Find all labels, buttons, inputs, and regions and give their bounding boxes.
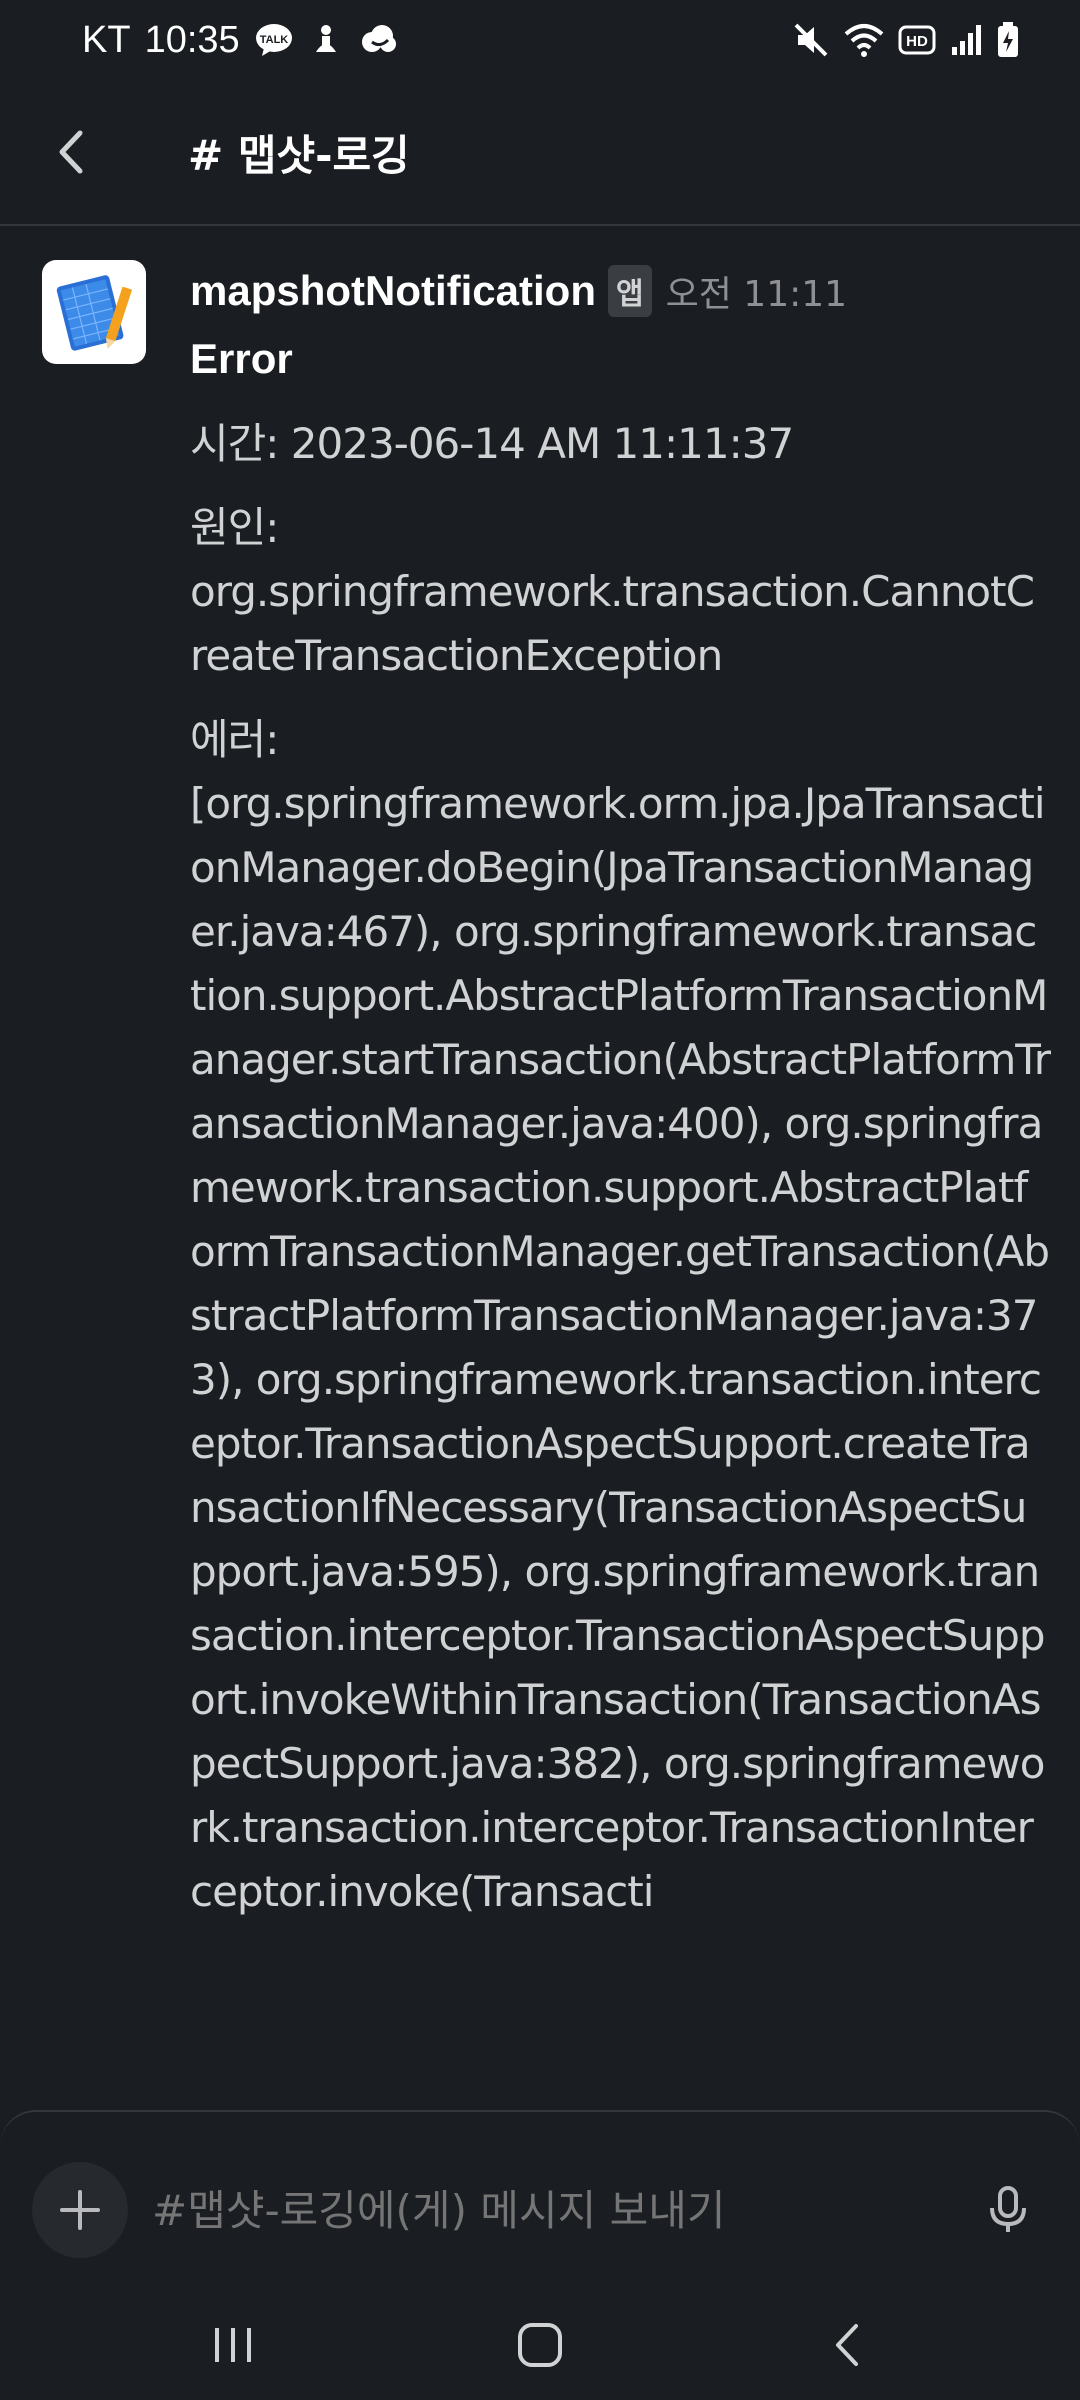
home-icon — [517, 2323, 562, 2367]
message-title: Error — [190, 335, 293, 382]
channel-title[interactable]: # 맵샷-로깅 — [188, 122, 410, 183]
avatar[interactable] — [42, 260, 146, 364]
recent-apps-icon — [215, 2328, 252, 2362]
cause-field: 원인: org.springframework.transaction.Cann… — [190, 496, 1050, 688]
svg-text:TALK: TALK — [259, 34, 288, 46]
channel-header: # 맵샷-로깅 — [0, 80, 1080, 226]
message-list[interactable]: mapshotNotification 앱 오전 11:11 Error 시간:… — [0, 228, 1080, 2110]
system-back-button[interactable] — [777, 2300, 917, 2390]
composer — [0, 2110, 1080, 2290]
home-button[interactable] — [470, 2300, 610, 2390]
cause-value: org.springframework.transaction.CannotCr… — [190, 567, 1035, 680]
notebook-icon — [56, 275, 133, 351]
plus-icon — [60, 2190, 100, 2230]
back-button[interactable] — [16, 80, 126, 224]
error-label: 에러: — [190, 715, 279, 764]
voice-record-button[interactable] — [968, 2170, 1048, 2250]
microphone-icon — [990, 2186, 1026, 2232]
back-arrow-icon — [835, 2324, 858, 2366]
error-field: 에러: [org.springframework.orm.jpa.JpaTran… — [190, 708, 1051, 1924]
clock: 10:35 — [144, 18, 240, 61]
svg-text:HD: HD — [906, 33, 928, 50]
time-field: 시간: 2023-06-14 AM 11:11:37 — [190, 419, 794, 468]
message-input[interactable] — [152, 2185, 968, 2235]
message-item[interactable]: mapshotNotification 앱 오전 11:11 Error 시간:… — [0, 228, 1080, 1924]
sender-name[interactable]: mapshotNotification — [190, 267, 596, 315]
system-nav-bar — [0, 2290, 1080, 2400]
chevron-left-icon — [59, 130, 83, 174]
status-bar: KT 10:35 TALK HD — [0, 0, 1080, 80]
recent-apps-button[interactable] — [163, 2300, 303, 2390]
nike-icon — [308, 22, 344, 58]
cloud-icon — [358, 22, 398, 58]
app-badge: 앱 — [608, 265, 652, 317]
mute-icon — [792, 21, 830, 59]
wifi-icon — [842, 22, 886, 58]
carrier-label: KT — [82, 18, 131, 61]
error-value: [org.springframework.orm.jpa.JpaTransact… — [190, 779, 1051, 1916]
battery-icon — [996, 21, 1020, 59]
message-timestamp: 오전 11:11 — [665, 274, 848, 315]
signal-icon — [950, 23, 984, 57]
hd-icon: HD — [898, 23, 938, 57]
talk-icon: TALK — [254, 22, 294, 58]
add-attachment-button[interactable] — [32, 2162, 128, 2258]
cause-label: 원인: — [190, 503, 279, 552]
